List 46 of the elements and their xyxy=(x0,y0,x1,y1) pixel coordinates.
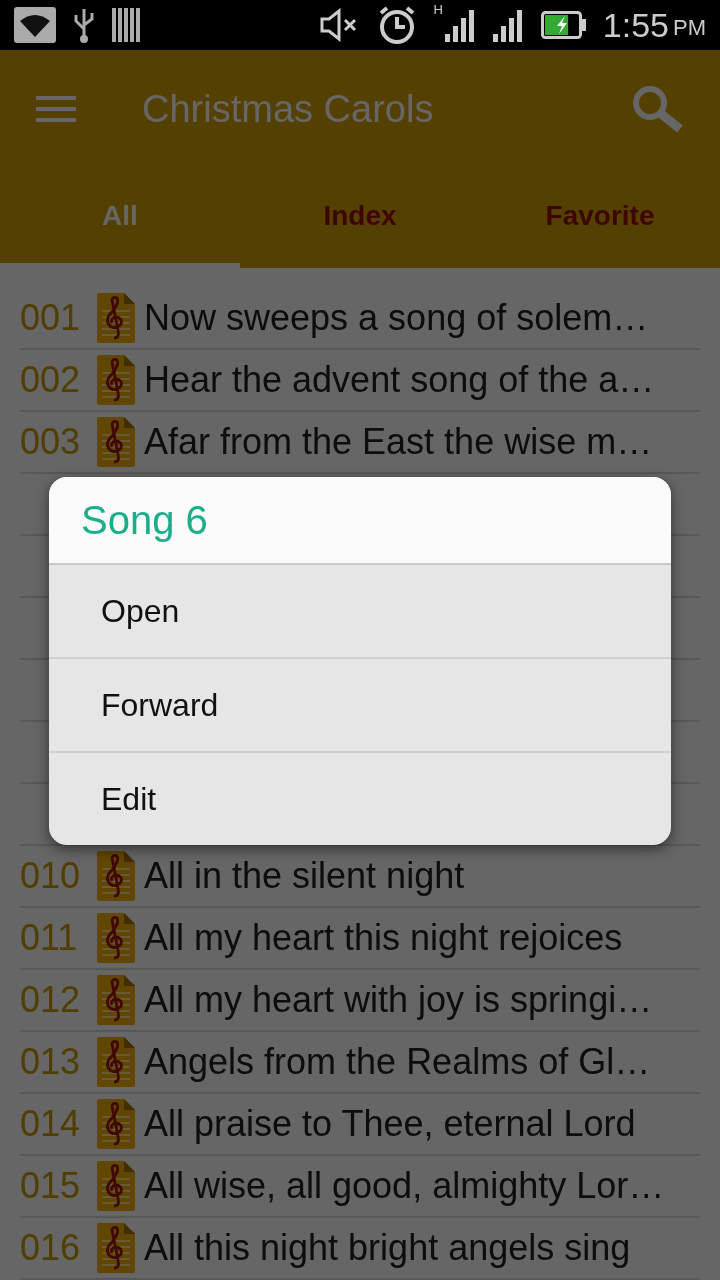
song-title: All wise, all good, almighty Lor… xyxy=(144,1165,665,1207)
menu-icon[interactable] xyxy=(36,94,76,124)
usb-icon xyxy=(72,7,96,43)
barcode-icon xyxy=(112,8,140,42)
dialog-title: Song 6 xyxy=(81,497,208,543)
sheet-music-icon xyxy=(96,974,136,1026)
sheet-music-icon xyxy=(96,416,136,468)
sheet-music-icon xyxy=(96,292,136,344)
song-number: 014 xyxy=(20,1103,82,1145)
sheet-music-icon xyxy=(96,354,136,406)
song-number: 012 xyxy=(20,979,82,1021)
wifi-icon xyxy=(14,7,56,43)
song-number: 013 xyxy=(20,1041,82,1083)
menu-item[interactable]: Open xyxy=(49,565,671,659)
song-title: Hear the advent song of the a… xyxy=(144,359,655,401)
app-title: Christmas Carols xyxy=(142,87,435,131)
song-title: All praise to Thee, eternal Lord xyxy=(144,1103,636,1145)
song-title: Angels from the Realms of Gl… xyxy=(144,1041,651,1083)
sheet-music-icon xyxy=(96,1036,136,1088)
sheet-music-icon xyxy=(96,1160,136,1212)
search-icon[interactable] xyxy=(632,85,684,133)
song-number: 002 xyxy=(20,359,82,401)
song-title: All in the silent night xyxy=(144,855,465,897)
menu-item[interactable]: Edit xyxy=(49,753,671,845)
song-title: All my heart with joy is springi… xyxy=(144,979,653,1021)
song-title: All this night bright angels sing xyxy=(144,1227,631,1269)
song-number: 003 xyxy=(20,421,82,463)
song-number: 015 xyxy=(20,1165,82,1207)
sheet-music-icon xyxy=(96,1222,136,1274)
clock-time: 1:55 xyxy=(602,5,669,45)
song-title: All my heart this night rejoices xyxy=(144,917,623,959)
song-number: 016 xyxy=(20,1227,82,1269)
battery-icon xyxy=(540,11,587,39)
song-title: Now sweeps a song of solem… xyxy=(144,297,649,339)
song-number: 011 xyxy=(20,917,79,959)
signal-icon xyxy=(444,8,477,42)
sheet-music-icon xyxy=(96,912,136,964)
song-title: Afar from the East the wise m… xyxy=(144,421,653,463)
clock-am-pm: PM xyxy=(673,15,706,41)
song-number: 001 xyxy=(20,297,82,339)
sheet-music-icon xyxy=(96,850,136,902)
menu-item[interactable]: Forward xyxy=(49,659,671,753)
sheet-music-icon xyxy=(96,1098,136,1150)
signal-icon xyxy=(492,8,525,42)
song-number: 010 xyxy=(20,855,82,897)
network-type: H xyxy=(433,2,443,17)
